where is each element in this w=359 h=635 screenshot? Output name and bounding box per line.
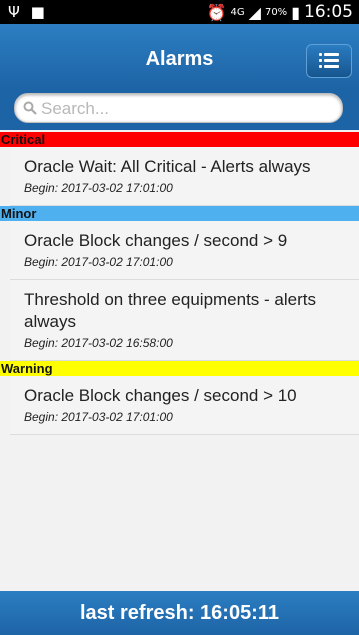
signal-icon: ◢ [248,2,261,22]
search-input[interactable] [39,97,333,121]
alarm-item[interactable]: Oracle Wait: All Critical - Alerts alway… [10,147,359,206]
group-header-minor: Minor [0,206,359,221]
clock: 16:05 [304,2,353,22]
alarm-clock-icon: ⏰ [206,2,227,22]
alarm-begin: Begin: 2017-03-02 17:01:00 [24,255,173,269]
image-icon: ■ [30,3,45,21]
alarm-item[interactable]: Oracle Block changes / second > 9 Begin: … [10,221,359,280]
alarm-name: Oracle Block changes / second > 10 [24,386,297,405]
alarm-begin: Begin: 2017-03-02 17:01:00 [24,410,173,424]
alarm-name: Oracle Block changes / second > 9 [24,231,288,250]
alarm-begin: Begin: 2017-03-02 17:01:00 [24,181,173,195]
search-icon [23,101,37,115]
battery-icon: ▮ [291,2,300,22]
search-bar [0,88,359,130]
search-box[interactable] [14,93,343,123]
group-header-warning: Warning [0,361,359,376]
alarm-item[interactable]: Threshold on three equipments - alerts a… [10,280,359,361]
usb-icon: Ψ [8,3,20,21]
alarm-name: Threshold on three equipments - alerts a… [24,290,316,331]
menu-button[interactable] [306,44,352,78]
network-label: 4G [230,6,245,18]
alarm-item[interactable]: Oracle Block changes / second > 10 Begin:… [10,376,359,435]
alarm-begin: Begin: 2017-03-02 16:58:00 [24,336,173,350]
app-header: Alarms [0,24,359,88]
battery-percent: 70% [264,6,288,18]
menu-icon [319,53,339,69]
footer-last-refresh: last refresh: 16:05:11 [0,591,359,635]
group-header-critical: Critical [0,132,359,147]
status-bar: Ψ ■ ⏰ 4G ◢ 70% ▮ 16:05 [0,0,359,24]
alarm-list: Critical Oracle Wait: All Critical - Aler… [0,132,359,435]
alarm-name: Oracle Wait: All Critical - Alerts alway… [24,157,311,176]
